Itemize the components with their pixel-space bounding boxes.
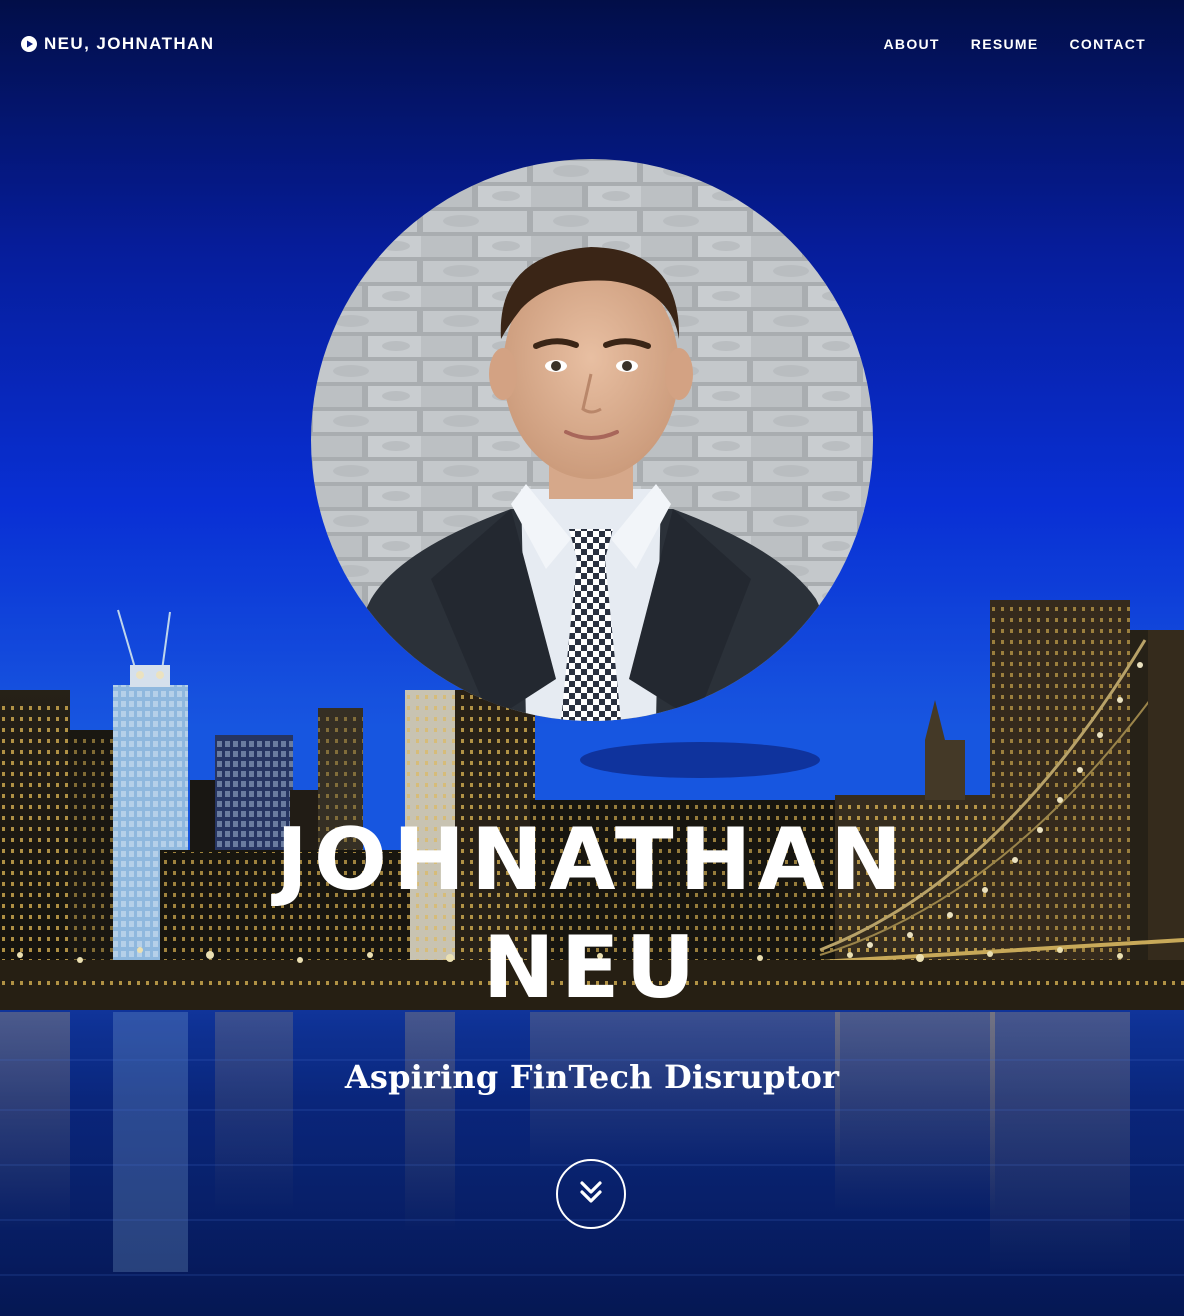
double-chevron-down-icon xyxy=(577,1178,605,1211)
nav-links: ABOUT RESUME CONTACT xyxy=(884,36,1146,52)
navbar: NEU, JOHNATHAN ABOUT RESUME CONTACT xyxy=(0,0,1184,90)
scroll-down-button[interactable] xyxy=(556,1159,626,1229)
nav-link-contact[interactable]: CONTACT xyxy=(1070,36,1147,52)
hero-name-first: JOHNATHAN xyxy=(275,810,909,910)
brand-link[interactable]: NEU, JOHNATHAN xyxy=(21,34,214,54)
nav-link-about[interactable]: ABOUT xyxy=(884,36,940,52)
play-circle-icon xyxy=(21,36,37,52)
hero-name: JOHNATHAN NEU xyxy=(0,806,1184,1022)
profile-photo xyxy=(311,159,873,721)
nav-link-resume[interactable]: RESUME xyxy=(971,36,1039,52)
brand-label: NEU, JOHNATHAN xyxy=(44,34,215,53)
hero-tagline: Aspiring FinTech Disruptor xyxy=(344,1058,840,1096)
hero-name-last: NEU xyxy=(482,918,702,1018)
